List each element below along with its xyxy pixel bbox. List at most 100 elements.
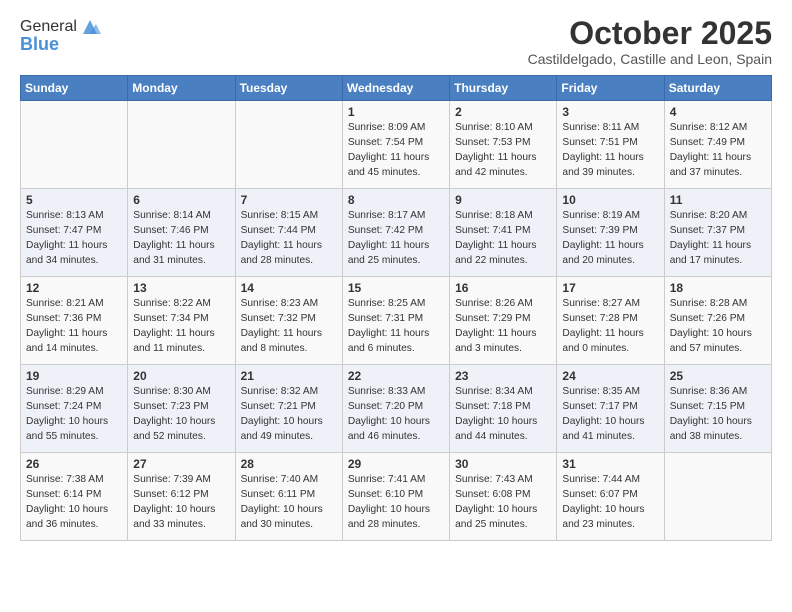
- day-cell: 29 Sunrise: 7:41 AM Sunset: 6:10 PM Dayli…: [342, 453, 449, 541]
- day-number: 9: [455, 193, 551, 207]
- day-cell: [21, 101, 128, 189]
- day-cell: 2 Sunrise: 8:10 AM Sunset: 7:53 PM Daylig…: [450, 101, 557, 189]
- day-cell: 28 Sunrise: 7:40 AM Sunset: 6:11 PM Dayli…: [235, 453, 342, 541]
- day-info: Sunrise: 7:40 AM Sunset: 6:11 PM Dayligh…: [241, 473, 337, 532]
- day-info: Sunrise: 8:22 AM Sunset: 7:34 PM Dayligh…: [133, 297, 229, 356]
- day-info: Sunrise: 8:15 AM Sunset: 7:44 PM Dayligh…: [241, 209, 337, 268]
- day-cell: 16Sunrise: 8:26 AM Sunset: 7:29 PM Dayli…: [450, 277, 557, 365]
- day-cell: 20 Sunrise: 8:30 AM Sunset: 7:23 PM Dayli…: [128, 365, 235, 453]
- day-number: 28: [241, 457, 337, 471]
- day-info: Sunrise: 8:33 AM Sunset: 7:20 PM Dayligh…: [348, 385, 444, 444]
- day-cell: 8 Sunrise: 8:17 AM Sunset: 7:42 PM Daylig…: [342, 189, 449, 277]
- day-info: Sunrise: 8:21 AM Sunset: 7:36 PM Dayligh…: [26, 297, 122, 356]
- day-info: Sunrise: 7:38 AM Sunset: 6:14 PM Dayligh…: [26, 473, 122, 532]
- day-cell: 24 Sunrise: 8:35 AM Sunset: 7:17 PM Dayli…: [557, 365, 664, 453]
- day-cell: 23Sunrise: 8:34 AM Sunset: 7:18 PM Dayli…: [450, 365, 557, 453]
- day-number: 30: [455, 457, 551, 471]
- day-cell: [128, 101, 235, 189]
- day-number: 12: [26, 281, 122, 295]
- day-cell: 11 Sunrise: 8:20 AM Sunset: 7:37 PM Dayli…: [664, 189, 771, 277]
- day-info: Sunrise: 7:44 AM Sunset: 6:07 PM Dayligh…: [562, 473, 658, 532]
- day-cell: 27Sunrise: 7:39 AM Sunset: 6:12 PM Dayli…: [128, 453, 235, 541]
- week-row-5: 26 Sunrise: 7:38 AM Sunset: 6:14 PM Dayli…: [21, 453, 772, 541]
- page: General Blue October 2025 Castildelgado,…: [0, 0, 792, 612]
- day-info: Sunrise: 8:32 AM Sunset: 7:21 PM Dayligh…: [241, 385, 337, 444]
- day-info: Sunrise: 7:43 AM Sunset: 6:08 PM Dayligh…: [455, 473, 551, 532]
- day-number: 11: [670, 193, 766, 207]
- day-cell: 17 Sunrise: 8:27 AM Sunset: 7:28 PM Dayli…: [557, 277, 664, 365]
- day-cell: 18Sunrise: 8:28 AM Sunset: 7:26 PM Dayli…: [664, 277, 771, 365]
- day-cell: 3 Sunrise: 8:11 AM Sunset: 7:51 PM Daylig…: [557, 101, 664, 189]
- day-info: Sunrise: 8:29 AM Sunset: 7:24 PM Dayligh…: [26, 385, 122, 444]
- day-cell: 4 Sunrise: 8:12 AM Sunset: 7:49 PM Daylig…: [664, 101, 771, 189]
- header: General Blue October 2025 Castildelgado,…: [20, 16, 772, 67]
- day-number: 21: [241, 369, 337, 383]
- day-number: 7: [241, 193, 337, 207]
- title-area: October 2025 Castildelgado, Castille and…: [528, 16, 772, 67]
- logo: General Blue: [20, 16, 101, 55]
- day-number: 5: [26, 193, 122, 207]
- day-info: Sunrise: 8:09 AM Sunset: 7:54 PM Dayligh…: [348, 121, 444, 180]
- day-number: 31: [562, 457, 658, 471]
- day-info: Sunrise: 8:10 AM Sunset: 7:53 PM Dayligh…: [455, 121, 551, 180]
- day-cell: 14 Sunrise: 8:23 AM Sunset: 7:32 PM Dayli…: [235, 277, 342, 365]
- day-info: Sunrise: 8:35 AM Sunset: 7:17 PM Dayligh…: [562, 385, 658, 444]
- day-number: 2: [455, 105, 551, 119]
- logo-icon: [79, 16, 101, 38]
- day-number: 19: [26, 369, 122, 383]
- day-cell: 25 Sunrise: 8:36 AM Sunset: 7:15 PM Dayli…: [664, 365, 771, 453]
- day-info: Sunrise: 8:13 AM Sunset: 7:47 PM Dayligh…: [26, 209, 122, 268]
- calendar-table: SundayMondayTuesdayWednesdayThursdayFrid…: [20, 75, 772, 541]
- day-cell: 5 Sunrise: 8:13 AM Sunset: 7:47 PM Daylig…: [21, 189, 128, 277]
- day-cell: 13 Sunrise: 8:22 AM Sunset: 7:34 PM Dayli…: [128, 277, 235, 365]
- week-row-3: 12 Sunrise: 8:21 AM Sunset: 7:36 PM Dayli…: [21, 277, 772, 365]
- day-cell: 21 Sunrise: 8:32 AM Sunset: 7:21 PM Dayli…: [235, 365, 342, 453]
- day-info: Sunrise: 8:20 AM Sunset: 7:37 PM Dayligh…: [670, 209, 766, 268]
- day-info: Sunrise: 8:27 AM Sunset: 7:28 PM Dayligh…: [562, 297, 658, 356]
- day-info: Sunrise: 8:12 AM Sunset: 7:49 PM Dayligh…: [670, 121, 766, 180]
- day-cell: 9 Sunrise: 8:18 AM Sunset: 7:41 PM Daylig…: [450, 189, 557, 277]
- day-cell: 19 Sunrise: 8:29 AM Sunset: 7:24 PM Dayli…: [21, 365, 128, 453]
- day-cell: 6Sunrise: 8:14 AM Sunset: 7:46 PM Daylig…: [128, 189, 235, 277]
- day-info: Sunrise: 8:23 AM Sunset: 7:32 PM Dayligh…: [241, 297, 337, 356]
- week-row-4: 19 Sunrise: 8:29 AM Sunset: 7:24 PM Dayli…: [21, 365, 772, 453]
- logo-blue-text: Blue: [20, 34, 59, 55]
- day-number: 24: [562, 369, 658, 383]
- day-info: Sunrise: 8:18 AM Sunset: 7:41 PM Dayligh…: [455, 209, 551, 268]
- location: Castildelgado, Castille and Leon, Spain: [528, 51, 772, 67]
- weekday-header-friday: Friday: [557, 76, 664, 101]
- day-number: 18: [670, 281, 766, 295]
- day-number: 25: [670, 369, 766, 383]
- day-info: Sunrise: 8:11 AM Sunset: 7:51 PM Dayligh…: [562, 121, 658, 180]
- day-number: 29: [348, 457, 444, 471]
- day-info: Sunrise: 7:39 AM Sunset: 6:12 PM Dayligh…: [133, 473, 229, 532]
- day-number: 8: [348, 193, 444, 207]
- day-number: 15: [348, 281, 444, 295]
- day-info: Sunrise: 8:36 AM Sunset: 7:15 PM Dayligh…: [670, 385, 766, 444]
- day-number: 3: [562, 105, 658, 119]
- day-info: Sunrise: 8:26 AM Sunset: 7:29 PM Dayligh…: [455, 297, 551, 356]
- weekday-header-wednesday: Wednesday: [342, 76, 449, 101]
- weekday-header-saturday: Saturday: [664, 76, 771, 101]
- day-info: Sunrise: 8:25 AM Sunset: 7:31 PM Dayligh…: [348, 297, 444, 356]
- day-number: 1: [348, 105, 444, 119]
- day-cell: 12 Sunrise: 8:21 AM Sunset: 7:36 PM Dayli…: [21, 277, 128, 365]
- day-info: Sunrise: 8:19 AM Sunset: 7:39 PM Dayligh…: [562, 209, 658, 268]
- day-info: Sunrise: 8:30 AM Sunset: 7:23 PM Dayligh…: [133, 385, 229, 444]
- day-cell: 30 Sunrise: 7:43 AM Sunset: 6:08 PM Dayli…: [450, 453, 557, 541]
- day-number: 4: [670, 105, 766, 119]
- day-number: 23: [455, 369, 551, 383]
- day-number: 22: [348, 369, 444, 383]
- day-number: 26: [26, 457, 122, 471]
- day-number: 13: [133, 281, 229, 295]
- day-number: 14: [241, 281, 337, 295]
- day-cell: [664, 453, 771, 541]
- day-cell: 1 Sunrise: 8:09 AM Sunset: 7:54 PM Daylig…: [342, 101, 449, 189]
- day-info: Sunrise: 8:17 AM Sunset: 7:42 PM Dayligh…: [348, 209, 444, 268]
- day-number: 20: [133, 369, 229, 383]
- day-cell: 31 Sunrise: 7:44 AM Sunset: 6:07 PM Dayli…: [557, 453, 664, 541]
- day-number: 17: [562, 281, 658, 295]
- month-title: October 2025: [528, 16, 772, 51]
- day-info: Sunrise: 8:14 AM Sunset: 7:46 PM Dayligh…: [133, 209, 229, 268]
- day-info: Sunrise: 7:41 AM Sunset: 6:10 PM Dayligh…: [348, 473, 444, 532]
